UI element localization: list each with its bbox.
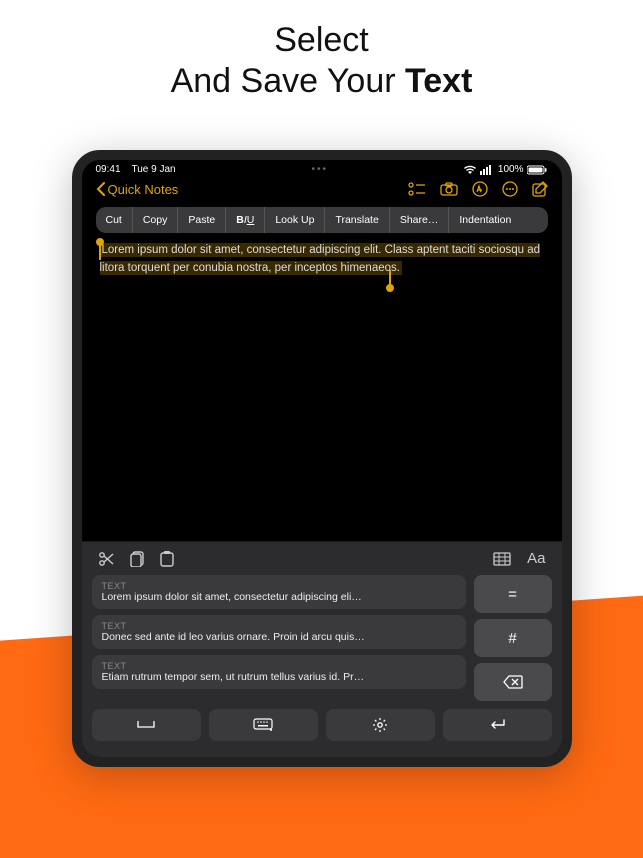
- clip-item[interactable]: TEXT Lorem ipsum dolor sit amet, consect…: [92, 575, 466, 609]
- camera-icon[interactable]: [440, 182, 458, 196]
- key-keyboard[interactable]: [209, 709, 318, 741]
- keyboard-icon: [253, 718, 273, 732]
- ctx-cut[interactable]: Cut: [96, 207, 133, 233]
- copy-clipboard-icon[interactable]: [130, 551, 144, 567]
- selection-handle-end[interactable]: [386, 284, 394, 292]
- clip-tag: TEXT: [102, 581, 456, 591]
- clip-text: Etiam rutrum tempor sem, ut rutrum tellu…: [102, 671, 456, 683]
- markup-icon[interactable]: [472, 181, 488, 197]
- key-return[interactable]: [443, 709, 552, 741]
- ctx-indentation[interactable]: Indentation: [449, 207, 521, 233]
- paste-clipboard-icon[interactable]: [160, 551, 174, 567]
- ctx-translate[interactable]: Translate: [325, 207, 389, 233]
- signal-icon: [480, 165, 494, 175]
- chevron-left-icon: [96, 182, 106, 196]
- clip-tag: TEXT: [102, 621, 456, 631]
- clip-item[interactable]: TEXT Etiam rutrum tempor sem, ut rutrum …: [92, 655, 466, 689]
- clip-text: Lorem ipsum dolor sit amet, consectetur …: [102, 591, 456, 603]
- ctx-lookup[interactable]: Look Up: [265, 207, 325, 233]
- battery-pct: 100%: [498, 164, 524, 175]
- key-hash[interactable]: #: [474, 619, 552, 657]
- table-icon[interactable]: [493, 552, 511, 566]
- multitask-dots[interactable]: •••: [311, 164, 328, 175]
- selection-handle-start[interactable]: [96, 238, 104, 246]
- battery-icon: [527, 165, 547, 175]
- nav-bar: Quick Notes: [82, 177, 562, 205]
- status-time: 09:41: [96, 164, 121, 175]
- compose-icon[interactable]: [532, 181, 548, 197]
- wifi-icon: [464, 165, 476, 175]
- key-space[interactable]: [92, 709, 201, 741]
- gear-icon: [372, 717, 388, 733]
- context-menu: Cut Copy Paste BIU Look Up Translate Sha…: [96, 207, 548, 233]
- status-bar: 09:41 Tue 9 Jan ••• 100%: [82, 160, 562, 177]
- ctx-paste[interactable]: Paste: [178, 207, 226, 233]
- marketing-headline: Select And Save Your Text: [0, 0, 643, 102]
- clip-text: Donec sed ante id leo varius ornare. Pro…: [102, 631, 456, 643]
- ctx-biu[interactable]: BIU: [226, 207, 265, 233]
- more-icon[interactable]: [502, 181, 518, 197]
- space-icon: [137, 720, 155, 730]
- note-editor[interactable]: Lorem ipsum dolor sit amet, consectetur …: [82, 241, 562, 541]
- keyboard-extension: Aa TEXT Lorem ipsum dolor sit amet, cons…: [82, 541, 562, 757]
- key-equals[interactable]: =: [474, 575, 552, 613]
- checklist-icon[interactable]: [408, 181, 426, 197]
- key-settings[interactable]: [326, 709, 435, 741]
- status-date: Tue 9 Jan: [131, 164, 175, 175]
- backspace-icon: [503, 675, 523, 689]
- ctx-copy[interactable]: Copy: [133, 207, 179, 233]
- return-icon: [488, 719, 506, 731]
- text-format-icon[interactable]: Aa: [527, 550, 545, 567]
- clip-tag: TEXT: [102, 661, 456, 671]
- ipad-frame: 09:41 Tue 9 Jan ••• 100% Quick Notes: [72, 150, 572, 767]
- key-backspace[interactable]: [474, 663, 552, 701]
- scissors-icon[interactable]: [98, 551, 114, 567]
- clip-item[interactable]: TEXT Donec sed ante id leo varius ornare…: [92, 615, 466, 649]
- back-button[interactable]: Quick Notes: [96, 182, 179, 197]
- selected-text[interactable]: Lorem ipsum dolor sit amet, consectetur …: [100, 243, 541, 275]
- ctx-share[interactable]: Share…: [390, 207, 450, 233]
